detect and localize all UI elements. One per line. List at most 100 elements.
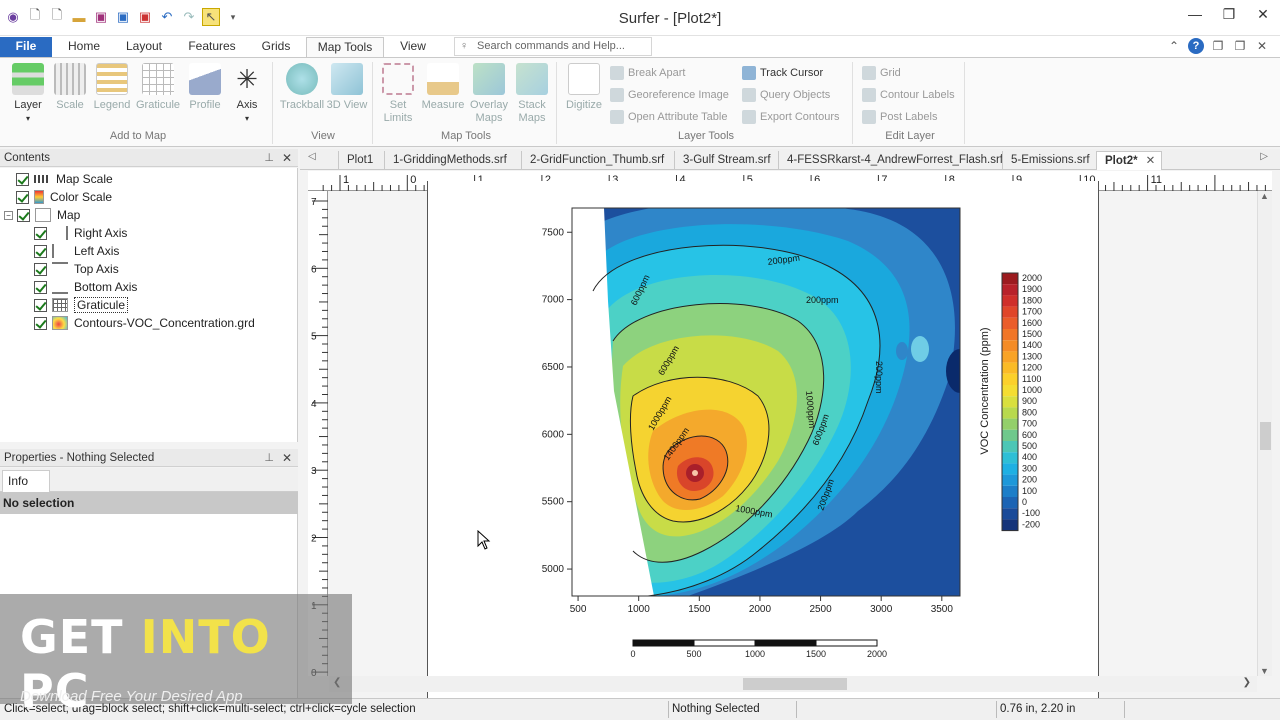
georeference-image-button[interactable]: Georeference Image	[610, 86, 729, 104]
select-icon[interactable]: ↖	[202, 8, 220, 26]
scroll-right-icon[interactable]: ❯	[1243, 677, 1251, 688]
close-window-button[interactable]: ✕	[1246, 0, 1280, 28]
tree-item-left-axis[interactable]: Left Axis	[34, 242, 119, 260]
visibility-checkbox[interactable]	[34, 262, 47, 276]
tab-layout[interactable]: Layout	[118, 37, 170, 57]
doc-restore-icon[interactable]: ❐	[1210, 38, 1226, 54]
doc-close-icon[interactable]: ✕	[1254, 38, 1270, 54]
customize-qat-icon[interactable]: ▾	[224, 8, 242, 26]
restore-button[interactable]: ❐	[1212, 0, 1246, 28]
layer-button[interactable]: Layer ▾	[4, 63, 52, 125]
doc-tab-gridding-methods[interactable]: 1-GriddingMethods.srf	[384, 151, 507, 170]
export-contours-button[interactable]: Export Contours	[742, 108, 839, 126]
new-plot-icon[interactable]: 🗋	[48, 7, 66, 26]
pin-icon[interactable]: ⊥	[264, 449, 274, 467]
break-apart-button[interactable]: Break Apart	[610, 64, 685, 82]
visibility-checkbox[interactable]	[34, 298, 47, 312]
close-icon[interactable]: ✕	[282, 449, 292, 467]
selection-status: No selection	[0, 492, 298, 514]
tree-item-contours[interactable]: Contours-VOC_Concentration.grd	[34, 314, 255, 332]
horizontal-scrollbar[interactable]: ❮ ❯	[329, 676, 1257, 692]
tab-grids[interactable]: Grids	[254, 37, 298, 57]
doc-tab-emissions[interactable]: 5-Emissions.srf	[1002, 151, 1090, 170]
visibility-checkbox[interactable]	[34, 226, 47, 240]
visibility-checkbox[interactable]	[34, 244, 47, 258]
open-attribute-table-button[interactable]: Open Attribute Table	[610, 108, 727, 126]
vertical-scroll-thumb[interactable]	[1260, 422, 1271, 450]
stack-maps-button[interactable]: Stack Maps	[508, 63, 556, 125]
colorbar-label: 1700	[1022, 307, 1042, 317]
vertical-scrollbar[interactable]: ▲ ▼	[1257, 191, 1272, 676]
doc-tab-fessrkarst[interactable]: 4-FESSRkarst-4_AndrewForrest_Flash.srf	[778, 151, 1003, 170]
tree-item-top-axis[interactable]: Top Axis	[34, 260, 119, 278]
tree-item-map-scale[interactable]: Map Scale	[16, 170, 113, 188]
tab-view[interactable]: View	[392, 37, 434, 57]
close-icon[interactable]: ✕	[282, 149, 292, 167]
redo-icon[interactable]: ↷	[180, 8, 198, 26]
set-limits-button[interactable]: Set Limits	[374, 63, 422, 125]
doc-tile-icon[interactable]: ❐	[1232, 38, 1248, 54]
doc-tab-plot1[interactable]: Plot1	[338, 151, 373, 170]
horizontal-scroll-thumb[interactable]	[743, 678, 847, 690]
close-tab-icon[interactable]: ✕	[1146, 155, 1156, 167]
scroll-tabs-right-icon[interactable]: ▷	[1260, 151, 1268, 162]
app-logo-icon[interactable]: ◉	[4, 8, 22, 26]
overlay-maps-button[interactable]: Overlay Maps	[465, 63, 513, 125]
colorbar-label: 700	[1022, 419, 1037, 429]
plot-canvas[interactable]: 200ppm 600ppm 200ppm 600ppm 1000ppm 1400ppm 10…	[329, 181, 1257, 701]
tree-item-color-scale[interactable]: Color Scale	[16, 188, 112, 206]
close-doc-icon[interactable]: ▣	[136, 8, 154, 26]
visibility-checkbox[interactable]	[17, 208, 30, 222]
save-icon[interactable]: ▣	[92, 8, 110, 26]
scale-button[interactable]: Scale	[46, 63, 94, 112]
new-icon[interactable]: 🗋	[26, 7, 44, 26]
tree-item-map[interactable]: − Map	[4, 206, 80, 224]
track-cursor-button[interactable]: Track Cursor	[742, 64, 823, 82]
tree-item-bottom-axis[interactable]: Bottom Axis	[34, 278, 137, 296]
tab-info[interactable]: Info	[2, 470, 50, 492]
trackball-button[interactable]: Trackball	[278, 63, 326, 112]
graticule-button[interactable]: Graticule	[134, 63, 182, 112]
tab-map-tools[interactable]: Map Tools	[306, 37, 384, 57]
doc-tab-plot2[interactable]: Plot2* ✕	[1096, 151, 1162, 170]
measure-button[interactable]: Measure	[419, 63, 467, 112]
group-separator	[852, 62, 853, 144]
colorbar-label: 100	[1022, 486, 1037, 496]
digitize-button[interactable]: Digitize	[560, 63, 608, 112]
doc-tab-grid-function[interactable]: 2-GridFunction_Thumb.srf	[521, 151, 664, 170]
visibility-checkbox[interactable]	[34, 280, 47, 294]
query-objects-button[interactable]: Query Objects	[742, 86, 830, 104]
collapse-toggle[interactable]: −	[4, 210, 13, 220]
collapse-ribbon-icon[interactable]: ⌃	[1166, 38, 1182, 54]
edit-grid-button[interactable]: Grid	[862, 64, 901, 82]
scroll-up-icon[interactable]: ▲	[1260, 191, 1269, 201]
tab-file[interactable]: File	[0, 37, 52, 57]
scroll-down-icon[interactable]: ▼	[1260, 666, 1269, 676]
visibility-checkbox[interactable]	[34, 316, 47, 330]
3d-view-button[interactable]: 3D View	[323, 63, 371, 112]
doc-tab-gulf-stream[interactable]: 3-Gulf Stream.srf	[674, 151, 771, 170]
search-commands-input[interactable]: ♀ Search commands and Help...	[454, 37, 652, 56]
visibility-checkbox[interactable]	[16, 172, 29, 186]
tree-item-graticule[interactable]: Graticule	[34, 296, 129, 314]
pin-icon[interactable]: ⊥	[264, 149, 274, 167]
help-icon[interactable]: ?	[1188, 38, 1204, 54]
profile-button[interactable]: Profile	[181, 63, 229, 112]
scroll-tabs-left-icon[interactable]: ◁	[308, 151, 316, 162]
open-icon[interactable]: ▬	[70, 8, 88, 26]
undo-icon[interactable]: ↶	[158, 8, 176, 26]
tab-home[interactable]: Home	[60, 37, 108, 57]
minimize-button[interactable]: —	[1178, 0, 1212, 28]
axis-button[interactable]: ✳ Axis ▾	[223, 63, 271, 125]
contour-labels-button[interactable]: Contour Labels	[862, 86, 955, 104]
color-scale: 2000190018001700160015001400130012001100…	[1001, 272, 1042, 532]
save-as-icon[interactable]: ▣	[114, 8, 132, 26]
contour-map[interactable]: 200ppm600ppm 200ppm600ppm1000ppm1400ppm10…	[428, 181, 1100, 701]
legend-button[interactable]: Legend	[88, 63, 136, 112]
visibility-checkbox[interactable]	[16, 190, 29, 204]
y-tick-label: 5500	[542, 497, 565, 508]
contour-island	[911, 336, 929, 362]
post-labels-button[interactable]: Post Labels	[862, 108, 937, 126]
tree-item-right-axis[interactable]: Right Axis	[34, 224, 127, 242]
tab-features[interactable]: Features	[182, 37, 242, 57]
